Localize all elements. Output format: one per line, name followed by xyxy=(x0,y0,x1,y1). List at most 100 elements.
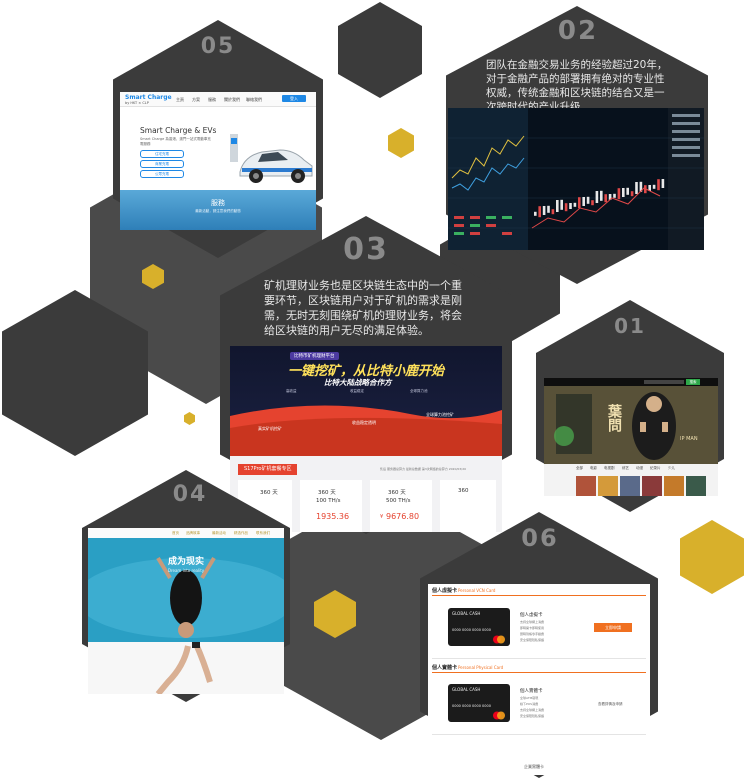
card-06-section1-en: Personal VCN Card xyxy=(458,588,496,593)
card-06-physical-card-brand: GLOBAL CASH xyxy=(452,687,481,692)
candlestick-mark xyxy=(551,209,555,215)
card-05-nav-4[interactable]: 關於我們 xyxy=(224,97,240,103)
card-05-btn-1[interactable]: 住宅充電 xyxy=(140,150,184,158)
card-01-menu-7[interactable]: 少儿 xyxy=(668,466,675,471)
card-05-btn-2[interactable]: 商業充電 xyxy=(140,160,184,168)
card-04-number: 04 xyxy=(172,482,208,507)
card-03-mining-screenshot: 比特币矿机理财平台 一键挖矿，从比特小鹿开始 比特大陆战略合作方 高收益 收益稳… xyxy=(230,346,502,532)
gold-hex-small-1 xyxy=(388,128,414,158)
card-06-section2-title: 個人實體卡 xyxy=(432,665,458,671)
candlestick-mark xyxy=(591,200,594,206)
card-01-menu-5[interactable]: 动漫 xyxy=(636,466,643,471)
card-03-plan-2-power: 100 TH/s xyxy=(316,498,341,504)
card-04-swim-screenshot: 首页 品牌故事 最新活动 精选作品 联系我们 成为现实 Dream into r… xyxy=(88,528,284,694)
card-06-physical-card-image: GLOBAL CASH 0000 0000 0000 0000 xyxy=(448,684,510,722)
card-03-plan-2-days: 360 天 xyxy=(318,490,336,496)
candlestick-mark xyxy=(573,202,577,207)
card-06-vcn-card-number: 0000 0000 0000 0000 xyxy=(452,628,491,632)
card-04-nav-1[interactable]: 首页 xyxy=(172,531,179,536)
card-05-hero-title: Smart Charge & EVs xyxy=(140,126,217,135)
card-06-details-link[interactable]: 查看詳情及申請 xyxy=(598,702,623,707)
card-01-poster-sub: IP MAN xyxy=(680,436,698,442)
card-05-hero-line-2: 電服務 xyxy=(140,142,151,146)
card-05-screenshot: Smart Charge by HKT × CLP 主頁 方案 服務 關於我們 … xyxy=(120,92,316,230)
card-05-number: 05 xyxy=(200,34,236,59)
card-06-section2-en: Personal Physical Card xyxy=(458,665,504,670)
mastercard-icon xyxy=(493,635,505,644)
card-06-vcn-card-brand: GLOBAL CASH xyxy=(452,611,481,616)
card-01-video-screenshot: 搜索 葉問 IP MAN 全部 电影 电视剧 综艺 动漫 纪录片 少儿 xyxy=(544,378,718,496)
card-05-nav-3[interactable]: 服務 xyxy=(208,97,216,103)
card-03-plan-3-price: 9676.80 xyxy=(386,512,420,521)
card-06-card1-item-3: 實時到帳零手續費 xyxy=(520,632,545,636)
card-06-card-screenshot: 個人虛擬卡 Personal VCN Card GLOBAL CASH 0000… xyxy=(428,584,650,775)
card-04-nav-3[interactable]: 最新活动 xyxy=(212,531,226,536)
card-05-nav-5[interactable]: 聯絡我們 xyxy=(246,97,262,103)
card-03-plan-3-currency: ¥ xyxy=(380,514,384,520)
mastercard-icon xyxy=(493,711,505,720)
card-05-footer-sub: 最新活動，請注意我們的動態 xyxy=(195,209,241,213)
candlestick-mark xyxy=(534,211,537,216)
card-03-feature-1: 高收益 xyxy=(286,389,297,393)
card-01-thumbnail-row xyxy=(576,476,706,496)
gold-hex-large xyxy=(680,520,744,594)
candlestick-mark xyxy=(600,190,603,201)
card-03-card-mid-title: 收益稳定透明 xyxy=(352,420,376,425)
card-05-btn-3[interactable]: 公眾充電 xyxy=(140,170,184,178)
candlestick-mark xyxy=(635,182,638,194)
card-03-plan-3-power: 500 TH/s xyxy=(386,498,411,504)
card-04-nav-2[interactable]: 品牌故事 xyxy=(186,531,200,536)
card-03-section-right: 售后 服务器总算力 最新总数据 第3次网络的总算力 2020/03/20 xyxy=(380,467,467,471)
card-04-nav-4[interactable]: 精选作品 xyxy=(234,531,248,536)
card-05-nav-2[interactable]: 方案 xyxy=(192,97,200,103)
card-06-card2-item-1: 全球ATM取現 xyxy=(520,696,539,700)
card-06-card2-item-2: 線下POS消費 xyxy=(520,702,539,706)
card-05-nav-1[interactable]: 主頁 xyxy=(176,97,184,103)
candlestick-mark xyxy=(652,184,656,189)
card-01-menu-2[interactable]: 电影 xyxy=(590,466,597,471)
candlestick-mark xyxy=(564,203,568,212)
card-03-plan-1-days: 360 天 xyxy=(260,490,278,496)
card-05-footer-title: 服務 xyxy=(211,199,225,207)
card-06-card2-title: 個人實體卡 xyxy=(520,689,543,694)
card-06-card1-item-4: 安全保障隱私保護 xyxy=(520,638,545,642)
card-03-card-right-title: 全球算力池挖矿 xyxy=(426,412,454,417)
hex-bg-top-small xyxy=(338,2,422,98)
card-03-number: 03 xyxy=(343,232,389,267)
card-04-nav-5[interactable]: 联系我们 xyxy=(256,531,270,536)
card-01-search-button[interactable]: 搜索 xyxy=(686,379,700,385)
card-01-menu-1[interactable]: 全部 xyxy=(576,466,583,471)
card-06-apply-button[interactable]: 立即申請 xyxy=(594,623,632,632)
card-01-menu-6[interactable]: 纪录片 xyxy=(650,466,661,471)
card-05-nav-button[interactable]: 登入 xyxy=(282,95,306,102)
card-04-hero-title: 成为现实 xyxy=(167,557,204,567)
card-03-plan-card-3[interactable]: 360 天 500 TH/s ¥ 9676.80 xyxy=(370,480,432,532)
candlestick-mark xyxy=(630,191,634,197)
candlestick-mark xyxy=(560,199,563,210)
card-03-badge: 比特币矿机理财平台 xyxy=(290,352,339,360)
candlestick-mark xyxy=(582,197,585,206)
card-03-feature-2: 收益稳定 xyxy=(350,389,364,393)
card-06-section3-title: 企業實體卡 xyxy=(524,764,544,769)
card-02-description: 团队在金融交易业务的经验超过20年，对于金融产品的部署拥有绝对的专业性权威，传统… xyxy=(486,59,668,113)
candlestick-mark xyxy=(586,196,590,204)
candlestick-mark xyxy=(547,205,550,213)
card-06-card1-item-1: 支持全球網上消費 xyxy=(520,620,545,624)
card-06-card1-title: 個人虛擬卡 xyxy=(520,613,543,618)
candlestick-mark xyxy=(622,188,625,197)
card-06-physical-card-number: 0000 0000 0000 0000 xyxy=(452,704,491,708)
card-05-brand-logo: Smart Charge xyxy=(125,94,172,101)
card-03-plan-card-2[interactable]: 360 天 100 TH/s 1935.36 xyxy=(300,480,362,532)
candlestick-mark xyxy=(556,200,559,212)
card-01-menu-3[interactable]: 电视剧 xyxy=(604,466,615,471)
card-04-legs-image xyxy=(88,642,284,694)
card-02-number: 02 xyxy=(557,16,599,46)
card-06-section1-title: 個人虛擬卡 xyxy=(432,588,458,594)
card-03-description: 矿机理财业务也是区块链生态中的一个重要环节，区块链用户对于矿机的需求是刚需，无时… xyxy=(264,279,462,337)
card-03-plan-card-4[interactable]: 360 xyxy=(440,480,496,532)
candlestick-mark xyxy=(595,191,599,203)
candlestick-mark xyxy=(569,203,572,209)
card-06-card2-item-3: 支持全球網上消費 xyxy=(520,708,545,712)
card-01-menu-4[interactable]: 综艺 xyxy=(622,466,629,471)
card-05-ev-car-image xyxy=(230,134,313,183)
